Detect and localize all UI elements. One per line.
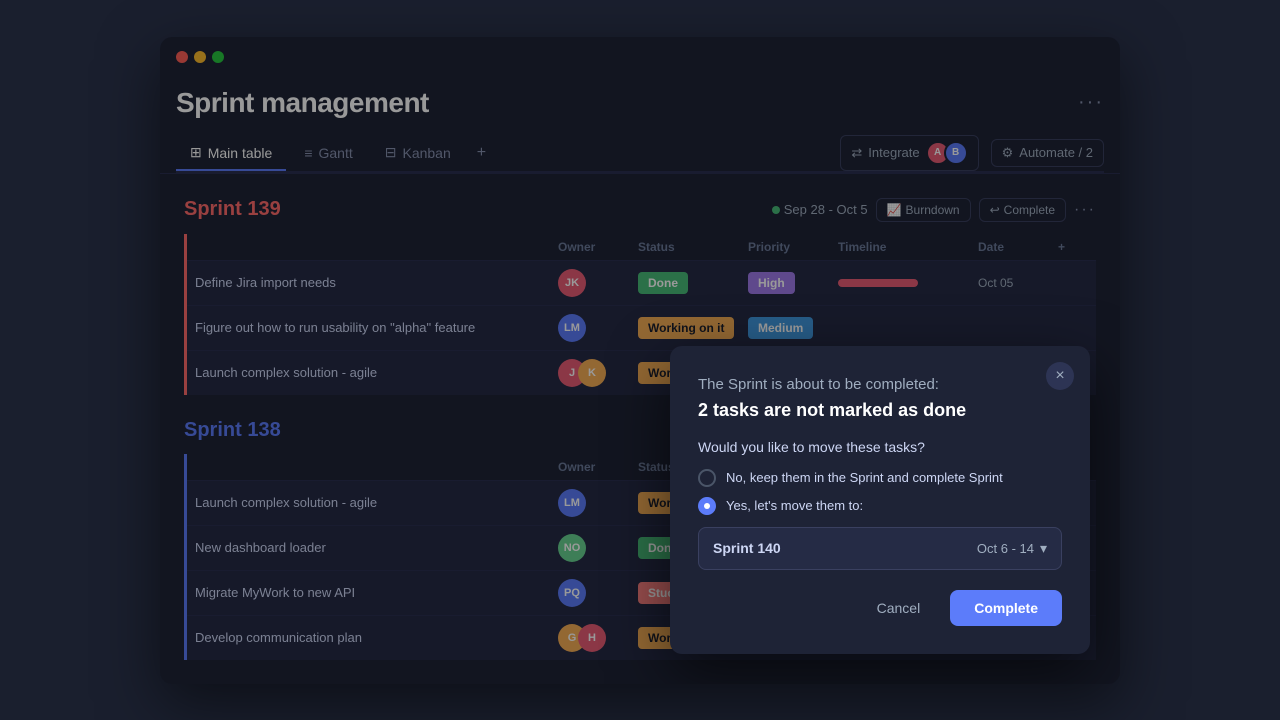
modal-question: Would you like to move these tasks? bbox=[698, 439, 1062, 455]
modal-subtitle: The Sprint is about to be completed: bbox=[698, 374, 1062, 395]
sprint-select-dates: Oct 6 - 14 ▾ bbox=[977, 540, 1047, 557]
radio-no-circle bbox=[698, 469, 716, 487]
sprint-select-dropdown[interactable]: Sprint 140 Oct 6 - 14 ▾ bbox=[698, 527, 1062, 570]
app-window: Sprint management ··· ⊞ Main table ≡ Gan… bbox=[160, 37, 1120, 684]
close-icon: × bbox=[1055, 367, 1064, 385]
modal-overlay: × The Sprint is about to be completed: 2… bbox=[160, 37, 1120, 684]
cancel-button[interactable]: Cancel bbox=[857, 590, 941, 626]
radio-option-yes[interactable]: Yes, let's move them to: bbox=[698, 497, 1062, 515]
modal-footer: Cancel Complete bbox=[698, 590, 1062, 626]
modal-close-button[interactable]: × bbox=[1046, 362, 1074, 390]
complete-button[interactable]: Complete bbox=[950, 590, 1062, 626]
sprint-select-name: Sprint 140 bbox=[713, 540, 781, 556]
radio-yes-circle bbox=[698, 497, 716, 515]
complete-sprint-modal: × The Sprint is about to be completed: 2… bbox=[670, 346, 1090, 653]
radio-yes-label: Yes, let's move them to: bbox=[726, 498, 863, 513]
radio-no-label: No, keep them in the Sprint and complete… bbox=[726, 470, 1003, 485]
radio-option-no[interactable]: No, keep them in the Sprint and complete… bbox=[698, 469, 1062, 487]
modal-title: 2 tasks are not marked as done bbox=[698, 399, 1062, 422]
chevron-down-icon: ▾ bbox=[1040, 540, 1047, 557]
